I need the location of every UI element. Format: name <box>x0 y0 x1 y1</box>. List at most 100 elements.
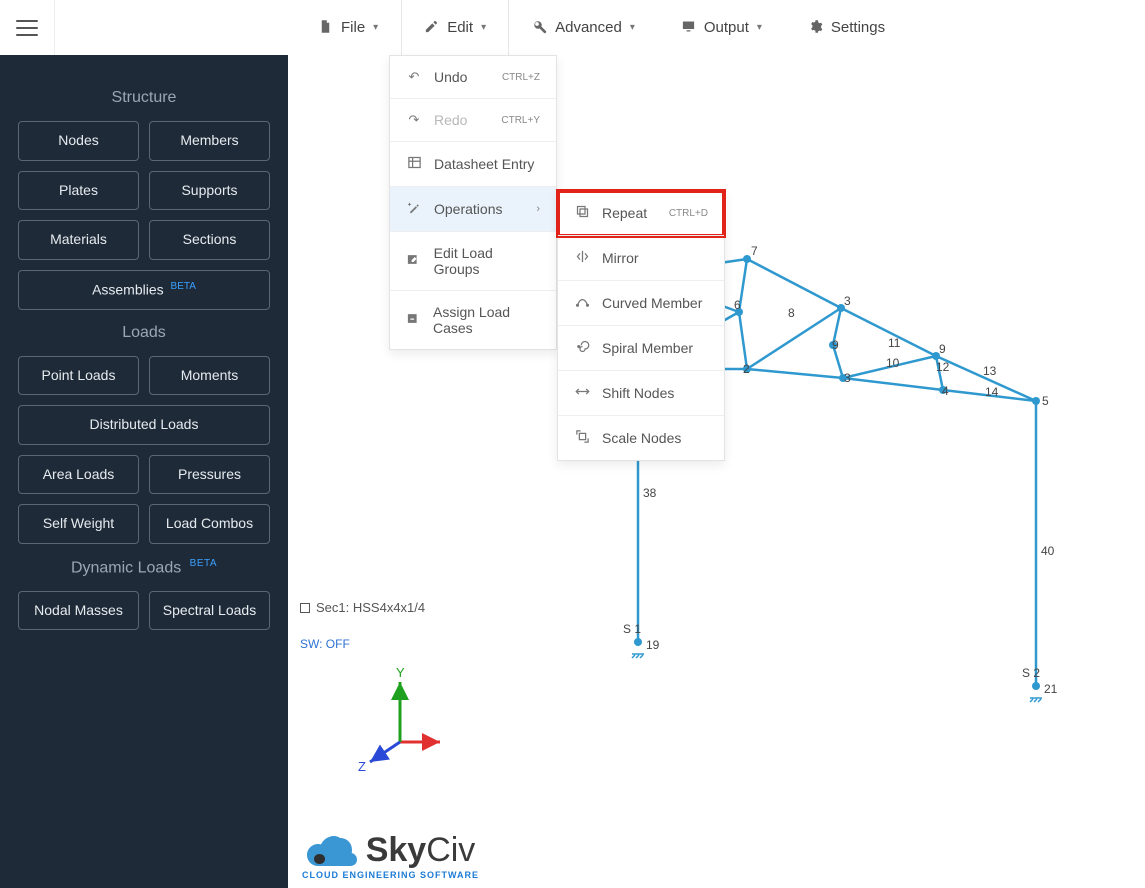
edit-operations[interactable]: Operations › <box>390 187 556 232</box>
redo-icon: ↷ <box>406 112 422 128</box>
svg-text:S 1: S 1 <box>623 622 641 636</box>
menu-settings[interactable]: Settings <box>785 0 908 55</box>
edit-dropdown: ↶ Undo CTRL+Z ↷ Redo CTRL+Y Datasheet En… <box>389 55 557 350</box>
menu-advanced[interactable]: Advanced ▾ <box>509 0 658 55</box>
axis-y-label: Y <box>396 667 405 680</box>
svg-text:12: 12 <box>936 360 950 374</box>
chevron-right-icon: › <box>536 203 540 215</box>
sidebar-structure-title: Structure <box>18 89 270 107</box>
btn-assemblies-label: Assemblies <box>92 281 164 297</box>
spiral-icon <box>574 339 590 357</box>
edit-undo-kbd: CTRL+Z <box>502 72 540 83</box>
btn-nodal-masses[interactable]: Nodal Masses <box>18 591 139 631</box>
axis-gizmo: X Y Z <box>330 667 440 777</box>
svg-text:8: 8 <box>788 306 795 320</box>
edit-load-groups[interactable]: Edit Load Groups <box>390 232 556 291</box>
svg-text:7: 7 <box>751 244 758 258</box>
hamburger-icon <box>16 20 38 36</box>
menu-output-label: Output <box>704 19 749 36</box>
brand-logo: SkyCiv CLOUD ENGINEERING SOFTWARE <box>302 831 479 880</box>
op-mirror-label: Mirror <box>602 250 639 266</box>
btn-pressures[interactable]: Pressures <box>149 455 270 495</box>
op-curved-member[interactable]: Curved Member <box>558 281 724 326</box>
op-shift-label: Shift Nodes <box>602 385 674 401</box>
gear-icon <box>808 19 823 37</box>
op-mirror[interactable]: Mirror <box>558 236 724 281</box>
edit-assign-load-cases[interactable]: Assign Load Cases <box>390 291 556 349</box>
btn-spectral-loads[interactable]: Spectral Loads <box>149 591 270 631</box>
cloud-logo-icon <box>306 832 360 870</box>
btn-moments[interactable]: Moments <box>149 356 270 396</box>
top-menubar: File ▾ Edit ▾ Advanced ▾ Output ▾ <box>0 0 1145 55</box>
btn-nodes[interactable]: Nodes <box>18 121 139 161</box>
edit-redo: ↷ Redo CTRL+Y <box>390 99 556 142</box>
scale-icon <box>574 429 590 447</box>
op-repeat[interactable]: Repeat CTRL+D <box>558 191 724 236</box>
monitor-icon <box>681 19 696 37</box>
svg-text:11: 11 <box>888 336 901 350</box>
btn-self-weight[interactable]: Self Weight <box>18 504 139 544</box>
btn-area-loads[interactable]: Area Loads <box>18 455 139 495</box>
menu-output[interactable]: Output ▾ <box>658 0 785 55</box>
svg-text:19: 19 <box>646 638 660 652</box>
op-scale-nodes[interactable]: Scale Nodes <box>558 416 724 460</box>
edit-redo-label: Redo <box>434 112 467 128</box>
op-spiral-member[interactable]: Spiral Member <box>558 326 724 371</box>
btn-members[interactable]: Members <box>149 121 270 161</box>
hamburger-button[interactable] <box>0 0 55 55</box>
pencil-icon <box>424 19 439 37</box>
sidebar: Structure Nodes Members Plates Supports … <box>0 55 288 888</box>
sidebar-dynamic-label: Dynamic Loads <box>71 559 181 576</box>
assign-icon <box>406 311 421 329</box>
brand-subtitle: CLOUD ENGINEERING SOFTWARE <box>302 870 479 880</box>
svg-text:4: 4 <box>942 384 949 398</box>
btn-supports[interactable]: Supports <box>149 171 270 211</box>
edit-assign-load-cases-label: Assign Load Cases <box>433 304 540 336</box>
op-scale-label: Scale Nodes <box>602 430 681 446</box>
menu-file-label: File <box>341 19 365 36</box>
axis-z-label: Z <box>358 759 366 774</box>
edit-redo-kbd: CTRL+Y <box>501 115 540 126</box>
svg-text:S 2: S 2 <box>1022 666 1040 680</box>
btn-sections[interactable]: Sections <box>149 220 270 260</box>
btn-assemblies[interactable]: Assemblies BETA <box>18 270 270 310</box>
copy-icon <box>574 204 590 222</box>
svg-text:13: 13 <box>983 364 997 378</box>
btn-materials[interactable]: Materials <box>18 220 139 260</box>
op-curved-label: Curved Member <box>602 295 702 311</box>
svg-text:38: 38 <box>643 486 657 500</box>
beta-badge: BETA <box>171 281 196 292</box>
svg-text:2: 2 <box>743 362 750 376</box>
mirror-icon <box>574 249 590 267</box>
edit-undo[interactable]: ↶ Undo CTRL+Z <box>390 56 556 99</box>
svg-text:10: 10 <box>886 356 900 370</box>
section-swatch-icon <box>300 603 310 613</box>
chevron-down-icon: ▾ <box>373 22 378 33</box>
edit-groups-icon <box>406 252 422 270</box>
svg-text:40: 40 <box>1041 544 1055 558</box>
menu-file[interactable]: File ▾ <box>295 0 401 55</box>
menu-edit-label: Edit <box>447 19 473 36</box>
btn-point-loads[interactable]: Point Loads <box>18 356 139 396</box>
op-repeat-label: Repeat <box>602 205 647 221</box>
sidebar-loads-title: Loads <box>18 324 270 342</box>
edit-datasheet-entry[interactable]: Datasheet Entry <box>390 142 556 187</box>
file-icon <box>318 19 333 37</box>
undo-icon: ↶ <box>406 69 422 85</box>
chevron-down-icon: ▾ <box>630 22 635 33</box>
edit-datasheet-label: Datasheet Entry <box>434 156 534 172</box>
sidebar-dynamic-title: Dynamic Loads BETA <box>18 558 270 577</box>
btn-plates[interactable]: Plates <box>18 171 139 211</box>
btn-load-combos[interactable]: Load Combos <box>149 504 270 544</box>
sw-status: SW: OFF <box>300 637 350 651</box>
menu-edit[interactable]: Edit ▾ <box>401 0 509 55</box>
shift-icon <box>574 384 590 402</box>
svg-text:9: 9 <box>939 342 946 356</box>
op-shift-nodes[interactable]: Shift Nodes <box>558 371 724 416</box>
svg-text:3: 3 <box>844 371 851 385</box>
menu-advanced-label: Advanced <box>555 19 622 36</box>
edit-load-groups-label: Edit Load Groups <box>434 245 540 277</box>
brand-text: SkyCiv <box>366 831 476 870</box>
chevron-down-icon: ▾ <box>757 22 762 33</box>
btn-distributed-loads[interactable]: Distributed Loads <box>18 405 270 445</box>
